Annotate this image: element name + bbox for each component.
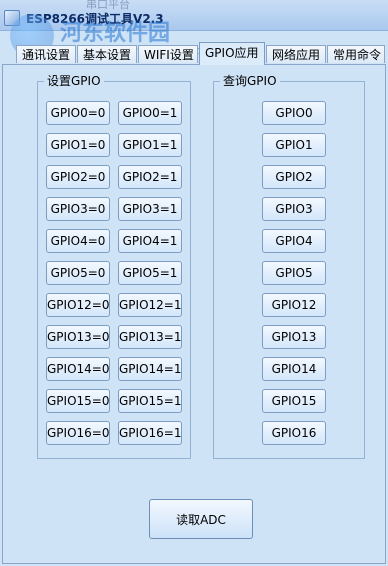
window-title: ESP8266调试工具V2.3 — [26, 12, 164, 26]
query-gpio4-button[interactable]: GPIO4 — [262, 229, 326, 253]
query-gpio13-button[interactable]: GPIO13 — [262, 325, 326, 349]
query-gpio14-button[interactable]: GPIO14 — [262, 357, 326, 381]
set-gpio15-0-button[interactable]: GPIO15=0 — [46, 389, 110, 413]
query-gpio-group: 查询GPIO GPIO0 GPIO1 GPIO2 GPIO3 GPIO4 GPIO5 GPI… — [213, 74, 365, 459]
set-gpio12-0-button[interactable]: GPIO12=0 — [46, 293, 110, 317]
set-gpio13-0-button[interactable]: GPIO13=0 — [46, 325, 110, 349]
set-gpio14-1-button[interactable]: GPIO14=1 — [118, 357, 182, 381]
query-gpio0-button[interactable]: GPIO0 — [262, 101, 326, 125]
set-gpio16-0-button[interactable]: GPIO16=0 — [46, 421, 110, 445]
tab-gpio[interactable]: GPIO应用 — [199, 42, 265, 65]
set-gpio0-0-button[interactable]: GPIO0=0 — [46, 101, 110, 125]
query-gpio-legend: 查询GPIO — [220, 74, 280, 88]
set-gpio13-1-button[interactable]: GPIO13=1 — [118, 325, 182, 349]
set-gpio4-1-button[interactable]: GPIO4=1 — [118, 229, 182, 253]
tab-common-commands[interactable]: 常用命令 — [327, 45, 385, 63]
set-gpio-legend: 设置GPIO — [44, 74, 104, 88]
query-gpio2-button[interactable]: GPIO2 — [262, 165, 326, 189]
set-gpio2-0-button[interactable]: GPIO2=0 — [46, 165, 110, 189]
query-gpio16-button[interactable]: GPIO16 — [262, 421, 326, 445]
tab-basic-settings[interactable]: 基本设置 — [77, 45, 137, 63]
set-gpio12-1-button[interactable]: GPIO12=1 — [118, 293, 182, 317]
query-gpio15-button[interactable]: GPIO15 — [262, 389, 326, 413]
tab-content-panel: 设置GPIO GPIO0=0 GPIO0=1 GPIO1=0 GPIO1=1 GPIO2… — [2, 64, 386, 564]
set-gpio5-1-button[interactable]: GPIO5=1 — [118, 261, 182, 285]
query-gpio1-button[interactable]: GPIO1 — [262, 133, 326, 157]
query-gpio3-button[interactable]: GPIO3 — [262, 197, 326, 221]
set-gpio2-1-button[interactable]: GPIO2=1 — [118, 165, 182, 189]
set-gpio15-1-button[interactable]: GPIO15=1 — [118, 389, 182, 413]
set-gpio5-0-button[interactable]: GPIO5=0 — [46, 261, 110, 285]
read-adc-button[interactable]: 读取ADC — [149, 499, 253, 539]
set-gpio-group: 设置GPIO GPIO0=0 GPIO0=1 GPIO1=0 GPIO1=1 GPIO2… — [37, 74, 191, 459]
query-gpio12-button[interactable]: GPIO12 — [262, 293, 326, 317]
tab-wifi-settings[interactable]: WIFI设置 — [138, 45, 198, 63]
set-gpio16-1-button[interactable]: GPIO16=1 — [118, 421, 182, 445]
set-gpio0-1-button[interactable]: GPIO0=1 — [118, 101, 182, 125]
tab-network[interactable]: 网络应用 — [266, 45, 326, 63]
query-gpio5-button[interactable]: GPIO5 — [262, 261, 326, 285]
set-gpio1-1-button[interactable]: GPIO1=1 — [118, 133, 182, 157]
tab-bar: 通讯设置 基本设置 WIFI设置 GPIO应用 网络应用 常用命令 — [0, 42, 388, 65]
tab-comm-settings[interactable]: 通讯设置 — [16, 45, 76, 63]
title-bar: ESP8266调试工具V2.3 — [0, 0, 388, 31]
set-gpio3-1-button[interactable]: GPIO3=1 — [118, 197, 182, 221]
set-gpio1-0-button[interactable]: GPIO1=0 — [46, 133, 110, 157]
set-gpio3-0-button[interactable]: GPIO3=0 — [46, 197, 110, 221]
set-gpio4-0-button[interactable]: GPIO4=0 — [46, 229, 110, 253]
app-icon — [4, 10, 20, 26]
set-gpio14-0-button[interactable]: GPIO14=0 — [46, 357, 110, 381]
